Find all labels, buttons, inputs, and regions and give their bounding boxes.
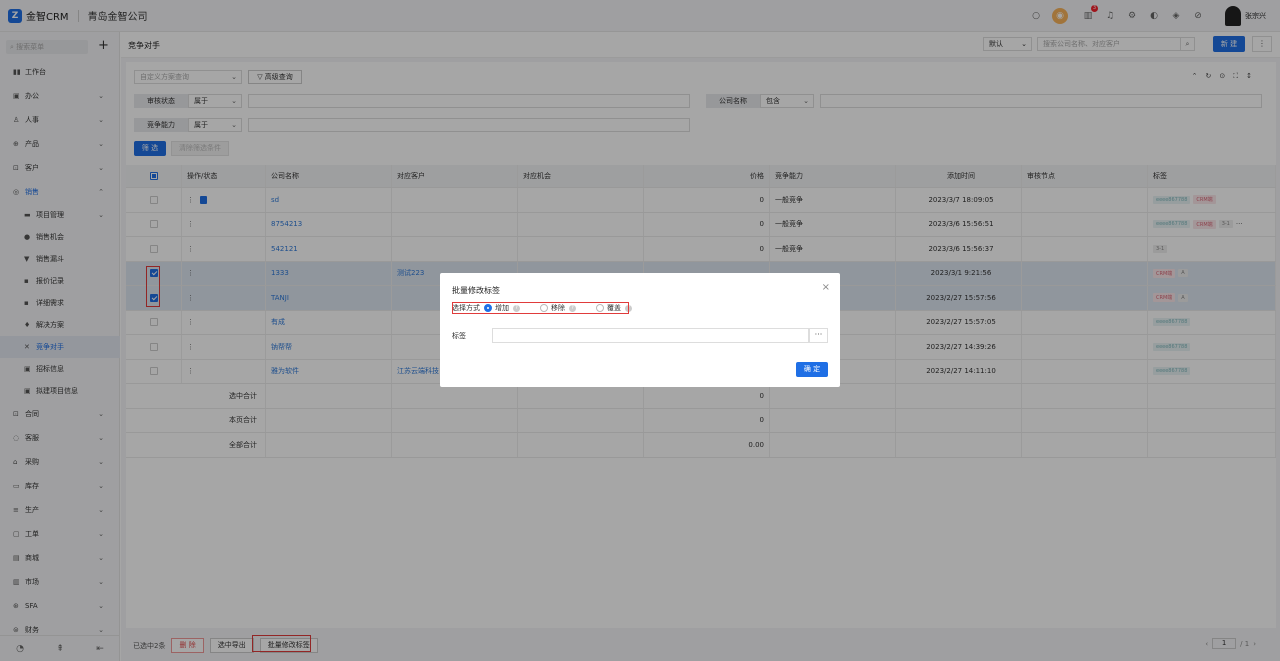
batch-tag-dialog: 批量修改标签 × 选择方式 增加 ? 移除 ? 覆盖 ? 标签 ··· 确 定	[440, 273, 840, 387]
close-icon[interactable]: ×	[822, 282, 830, 293]
dialog-title: 批量修改标签	[452, 286, 500, 295]
tag-label: 标签	[452, 332, 466, 340]
highlight-mode-row	[452, 302, 629, 314]
tag-input[interactable]	[492, 328, 809, 343]
confirm-button[interactable]: 确 定	[796, 362, 828, 377]
tag-picker-button[interactable]: ···	[809, 328, 828, 343]
